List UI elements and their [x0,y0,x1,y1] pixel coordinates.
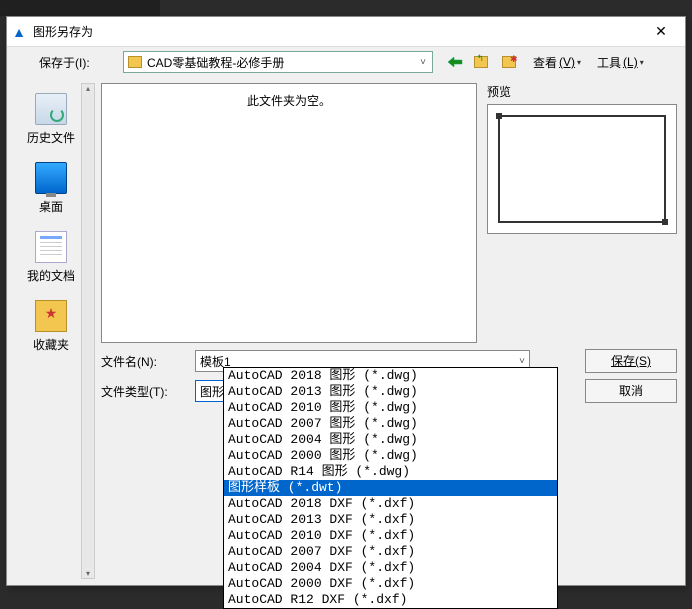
filename-label: 文件名(N): [101,353,187,370]
sidebar-item-history[interactable]: 历史文件 [21,87,81,152]
dropdown-option[interactable]: AutoCAD 2018 DXF (*.dxf) [224,496,557,512]
documents-icon [35,231,67,263]
dropdown-option[interactable]: AutoCAD 2004 DXF (*.dxf) [224,560,557,576]
sidebar-item-favorites[interactable]: 收藏夹 [21,294,81,359]
toolbar-icons: ↰ ✱ 查看(V) ▾ 工具(L) ▾ [445,52,648,73]
sidebar-scrollbar[interactable] [81,83,95,579]
dropdown-option[interactable]: AutoCAD 2007 DXF (*.dxf) [224,544,557,560]
dropdown-option[interactable]: AutoCAD 2004 图形 (*.dwg) [224,432,557,448]
folder-icon [128,56,142,68]
save-in-label: 保存于(I): [39,54,117,71]
filetype-dropdown[interactable]: AutoCAD 2018 图形 (*.dwg)AutoCAD 2013 图形 (… [223,367,558,609]
chevron-down-icon: ˅ [519,356,525,367]
preview-pane [487,104,677,234]
tools-menu-button[interactable]: 工具(L) ▾ [593,52,648,73]
toolbar: 保存于(I): CAD零基础教程-必修手册 ˅ ↰ ✱ 查看(V) ▾ 工具(L… [7,47,685,77]
folder-combo[interactable]: CAD零基础教程-必修手册 ˅ [123,51,433,73]
history-icon [35,93,67,125]
favorites-icon [35,300,67,332]
dropdown-option[interactable]: AutoCAD 2007 图形 (*.dwg) [224,416,557,432]
dropdown-option[interactable]: AutoCAD 2013 DXF (*.dxf) [224,512,557,528]
sidebar-item-desktop[interactable]: 桌面 [21,156,81,221]
dropdown-option[interactable]: AutoCAD R14 图形 (*.dwg) [224,464,557,480]
preview-label: 预览 [487,83,677,100]
chevron-down-icon: ▾ [577,58,581,67]
dropdown-option[interactable]: AutoCAD 2013 图形 (*.dwg) [224,384,557,400]
dropdown-option[interactable]: AutoCAD 2000 图形 (*.dwg) [224,448,557,464]
app-icon: ▲ [11,24,27,40]
chevron-down-icon: ▾ [640,58,644,67]
window-title: 图形另存为 [33,23,641,40]
filetype-label: 文件类型(T): [101,383,187,400]
cancel-button[interactable]: 取消 [585,379,677,403]
folder-name: CAD零基础教程-必修手册 [147,54,284,71]
empty-folder-message: 此文件夹为空。 [247,94,331,108]
desktop-icon [35,162,67,194]
background-app-titlebar [0,0,160,16]
new-folder-button[interactable]: ✱ [501,53,521,71]
dropdown-option[interactable]: AutoCAD 2010 DXF (*.dxf) [224,528,557,544]
save-button[interactable]: 保存(S) [585,349,677,373]
preview-thumbnail [498,115,666,223]
up-folder-button[interactable]: ↰ [473,53,493,71]
chevron-down-icon: ˅ [418,57,428,68]
places-sidebar: 历史文件 桌面 我的文档 收藏夹 [7,77,95,585]
sidebar-item-documents[interactable]: 我的文档 [21,225,81,290]
titlebar[interactable]: ▲ 图形另存为 ✕ [7,17,685,47]
dropdown-option[interactable]: AutoCAD R12 DXF (*.dxf) [224,592,557,608]
file-list[interactable]: 此文件夹为空。 [101,83,477,343]
back-button[interactable] [445,53,465,71]
dropdown-option[interactable]: AutoCAD 2018 图形 (*.dwg) [224,368,557,384]
dropdown-option[interactable]: AutoCAD 2000 DXF (*.dxf) [224,576,557,592]
close-button[interactable]: ✕ [641,18,681,46]
dropdown-option[interactable]: 图形样板 (*.dwt) [224,480,557,496]
dropdown-option[interactable]: AutoCAD 2010 图形 (*.dwg) [224,400,557,416]
view-menu-button[interactable]: 查看(V) ▾ [529,52,585,73]
